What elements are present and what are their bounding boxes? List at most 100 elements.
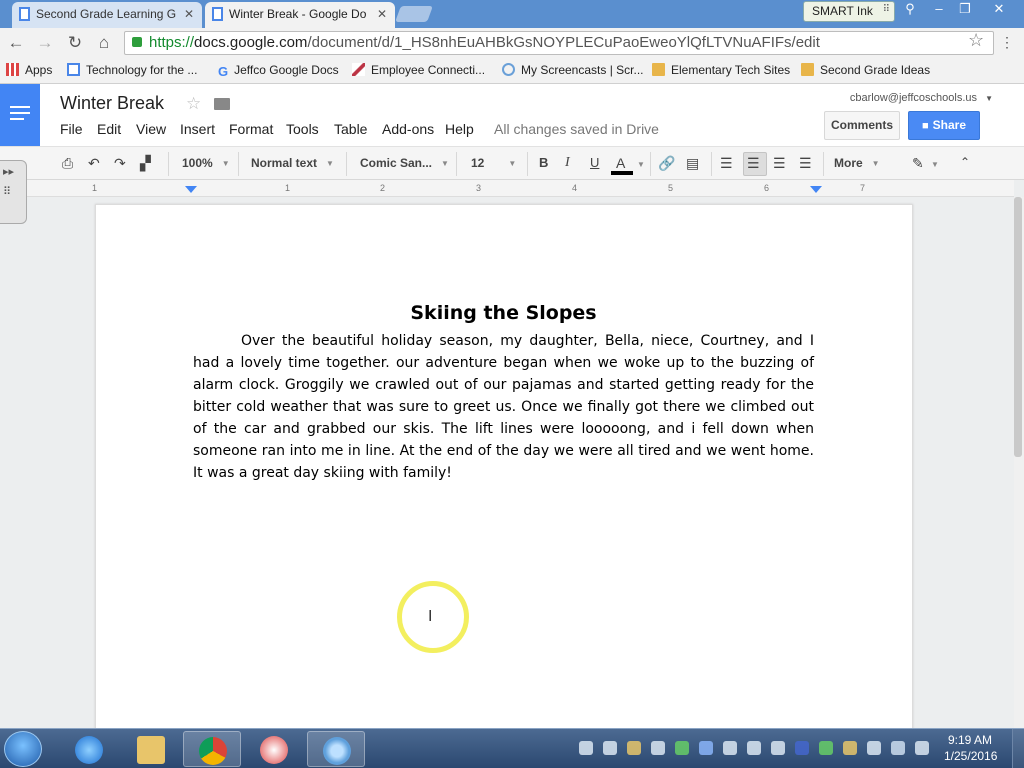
menu-table[interactable]: Table <box>334 121 367 137</box>
document-page[interactable]: Skiing the Slopes Over the beautiful hol… <box>95 204 913 744</box>
address-bar[interactable]: https://docs.google.com/document/d/1_HS8… <box>124 31 994 55</box>
tray-app-icon[interactable] <box>603 741 617 755</box>
vertical-scrollbar[interactable] <box>1014 197 1024 728</box>
smart-toolbar-handle[interactable]: ▸▸ ⠿ <box>0 160 27 224</box>
smart-ink-widget[interactable]: SMART Ink ⠿ <box>803 1 895 22</box>
bookmark-star-icon[interactable]: ☆ <box>968 30 984 51</box>
tray-app-icon[interactable] <box>675 741 689 755</box>
justify-icon[interactable]: ☰ <box>799 155 812 172</box>
keyboard-icon[interactable] <box>579 741 593 755</box>
close-tab-icon[interactable]: ✕ <box>184 2 194 26</box>
chevron-down-icon[interactable]: ▼ <box>931 160 939 169</box>
show-desktop-button[interactable] <box>1012 729 1024 768</box>
bookmark-second-grade-ideas[interactable]: Second Grade Ideas <box>801 62 930 78</box>
paint-format-icon[interactable]: ▞ <box>140 155 151 172</box>
document-heading[interactable]: Skiing the Slopes <box>193 302 814 324</box>
link-icon[interactable]: 🔗 <box>658 155 675 172</box>
clock-time[interactable]: 9:19 AM <box>948 733 992 747</box>
chrome-menu-icon[interactable]: ⋮ <box>1000 34 1014 51</box>
bookmark-jeffco-google-docs[interactable]: G Jeffco Google Docs <box>218 62 339 79</box>
clock-date[interactable]: 1/25/2016 <box>944 749 997 763</box>
forward-arrow-icon[interactable]: → <box>35 33 55 53</box>
font-select[interactable]: Comic San... ▼ <box>360 156 449 170</box>
taskbar-chrome[interactable] <box>183 731 241 767</box>
star-icon[interactable]: ☆ <box>186 94 201 114</box>
font-size-select[interactable]: 12 ▼ <box>471 156 516 170</box>
taskbar-internet-explorer[interactable] <box>60 731 118 767</box>
docs-home-icon[interactable] <box>0 84 40 146</box>
windows-start-button[interactable] <box>4 731 42 767</box>
home-icon[interactable]: ⌂ <box>94 33 114 53</box>
menu-format[interactable]: Format <box>229 121 273 137</box>
menu-insert[interactable]: Insert <box>180 121 215 137</box>
comments-button[interactable]: Comments <box>824 111 900 140</box>
close-window-icon[interactable]: ✕ <box>986 0 1012 18</box>
account-email[interactable]: cbarlow@jeffcoschools.us ▼ <box>850 92 993 104</box>
comment-icon[interactable]: ▤ <box>686 155 699 172</box>
print-icon[interactable]: ⎙ <box>62 155 73 172</box>
tab-label: Winter Break - Google Do <box>229 7 367 21</box>
bookmark-my-screencasts[interactable]: My Screencasts | Scr... <box>502 62 643 78</box>
bold-button[interactable]: B <box>539 155 548 170</box>
close-tab-icon[interactable]: ✕ <box>377 2 387 26</box>
more-menu[interactable]: More ▼ <box>834 156 880 170</box>
italic-button[interactable]: I <box>565 155 570 171</box>
tray-app-icon[interactable] <box>819 741 833 755</box>
menu-file[interactable]: File <box>60 121 83 137</box>
tray-app-icon[interactable] <box>651 741 665 755</box>
tray-app-icon[interactable] <box>771 741 785 755</box>
tray-app-icon[interactable] <box>795 741 809 755</box>
user-profile-icon[interactable]: ⚲ <box>897 0 923 18</box>
bluetooth-icon[interactable] <box>699 741 713 755</box>
collapse-menu-icon[interactable]: ⌃ <box>960 155 970 169</box>
minimize-icon[interactable]: – <box>926 0 952 18</box>
tray-app-icon[interactable] <box>627 741 641 755</box>
tray-app-icon[interactable] <box>867 741 881 755</box>
chevron-down-icon[interactable]: ▼ <box>637 160 645 169</box>
bookmark-apps[interactable]: Apps <box>6 62 52 78</box>
align-right-icon[interactable]: ☰ <box>773 155 786 172</box>
tray-app-icon[interactable] <box>843 741 857 755</box>
zoom-select[interactable]: 100% ▼ <box>182 156 230 170</box>
pencil-icon[interactable]: ✎ <box>912 155 924 172</box>
document-title[interactable]: Winter Break <box>60 93 164 114</box>
taskbar-snipping-tool[interactable] <box>245 731 303 767</box>
scroll-thumb[interactable] <box>1014 197 1022 457</box>
tab-second-grade-learning[interactable]: Second Grade Learning G ✕ <box>12 2 202 28</box>
share-button[interactable]: ■ Share <box>908 111 980 140</box>
network-signal-icon[interactable] <box>891 741 905 755</box>
tray-app-icon[interactable] <box>723 741 737 755</box>
right-indent-marker[interactable] <box>810 186 822 193</box>
bookmark-employee-connection[interactable]: Employee Connecti... <box>352 62 485 78</box>
menu-view[interactable]: View <box>136 121 166 137</box>
align-left-icon[interactable]: ☰ <box>720 155 733 172</box>
ruler[interactable]: 1 1 2 3 4 5 6 7 <box>0 180 1014 197</box>
document-paragraph[interactable]: Over the beautiful holiday season, my da… <box>193 330 814 484</box>
bookmark-label: Elementary Tech Sites <box>671 63 791 77</box>
folder-icon[interactable] <box>214 98 230 110</box>
redo-icon[interactable]: ↷ <box>114 155 126 172</box>
restore-icon[interactable]: ❐ <box>952 0 978 18</box>
save-status[interactable]: All changes saved in Drive <box>494 121 659 137</box>
menu-tools[interactable]: Tools <box>286 121 319 137</box>
back-arrow-icon[interactable]: ← <box>6 33 26 53</box>
style-select[interactable]: Normal text ▼ <box>251 156 334 170</box>
new-tab-button[interactable] <box>395 6 433 22</box>
undo-icon[interactable]: ↶ <box>88 155 100 172</box>
align-center-icon[interactable]: ☰ <box>747 155 760 172</box>
bookmark-technology[interactable]: Technology for the ... <box>67 62 197 78</box>
left-indent-marker[interactable] <box>185 186 197 193</box>
bookmark-elementary-tech-sites[interactable]: Elementary Tech Sites <box>652 62 790 78</box>
menu-addons[interactable]: Add-ons <box>382 121 434 137</box>
menu-help[interactable]: Help <box>445 121 474 137</box>
volume-icon[interactable] <box>915 741 929 755</box>
taskbar-file-explorer[interactable] <box>122 731 180 767</box>
underline-button[interactable]: U <box>590 155 599 170</box>
menu-edit[interactable]: Edit <box>97 121 121 137</box>
tray-app-icon[interactable] <box>747 741 761 755</box>
taskbar-screencast[interactable] <box>307 731 365 767</box>
more-label: More <box>834 156 863 170</box>
tab-winter-break[interactable]: Winter Break - Google Do ✕ <box>205 2 395 28</box>
reload-icon[interactable]: ↻ <box>65 33 85 53</box>
text-color-button[interactable]: A <box>616 155 625 171</box>
